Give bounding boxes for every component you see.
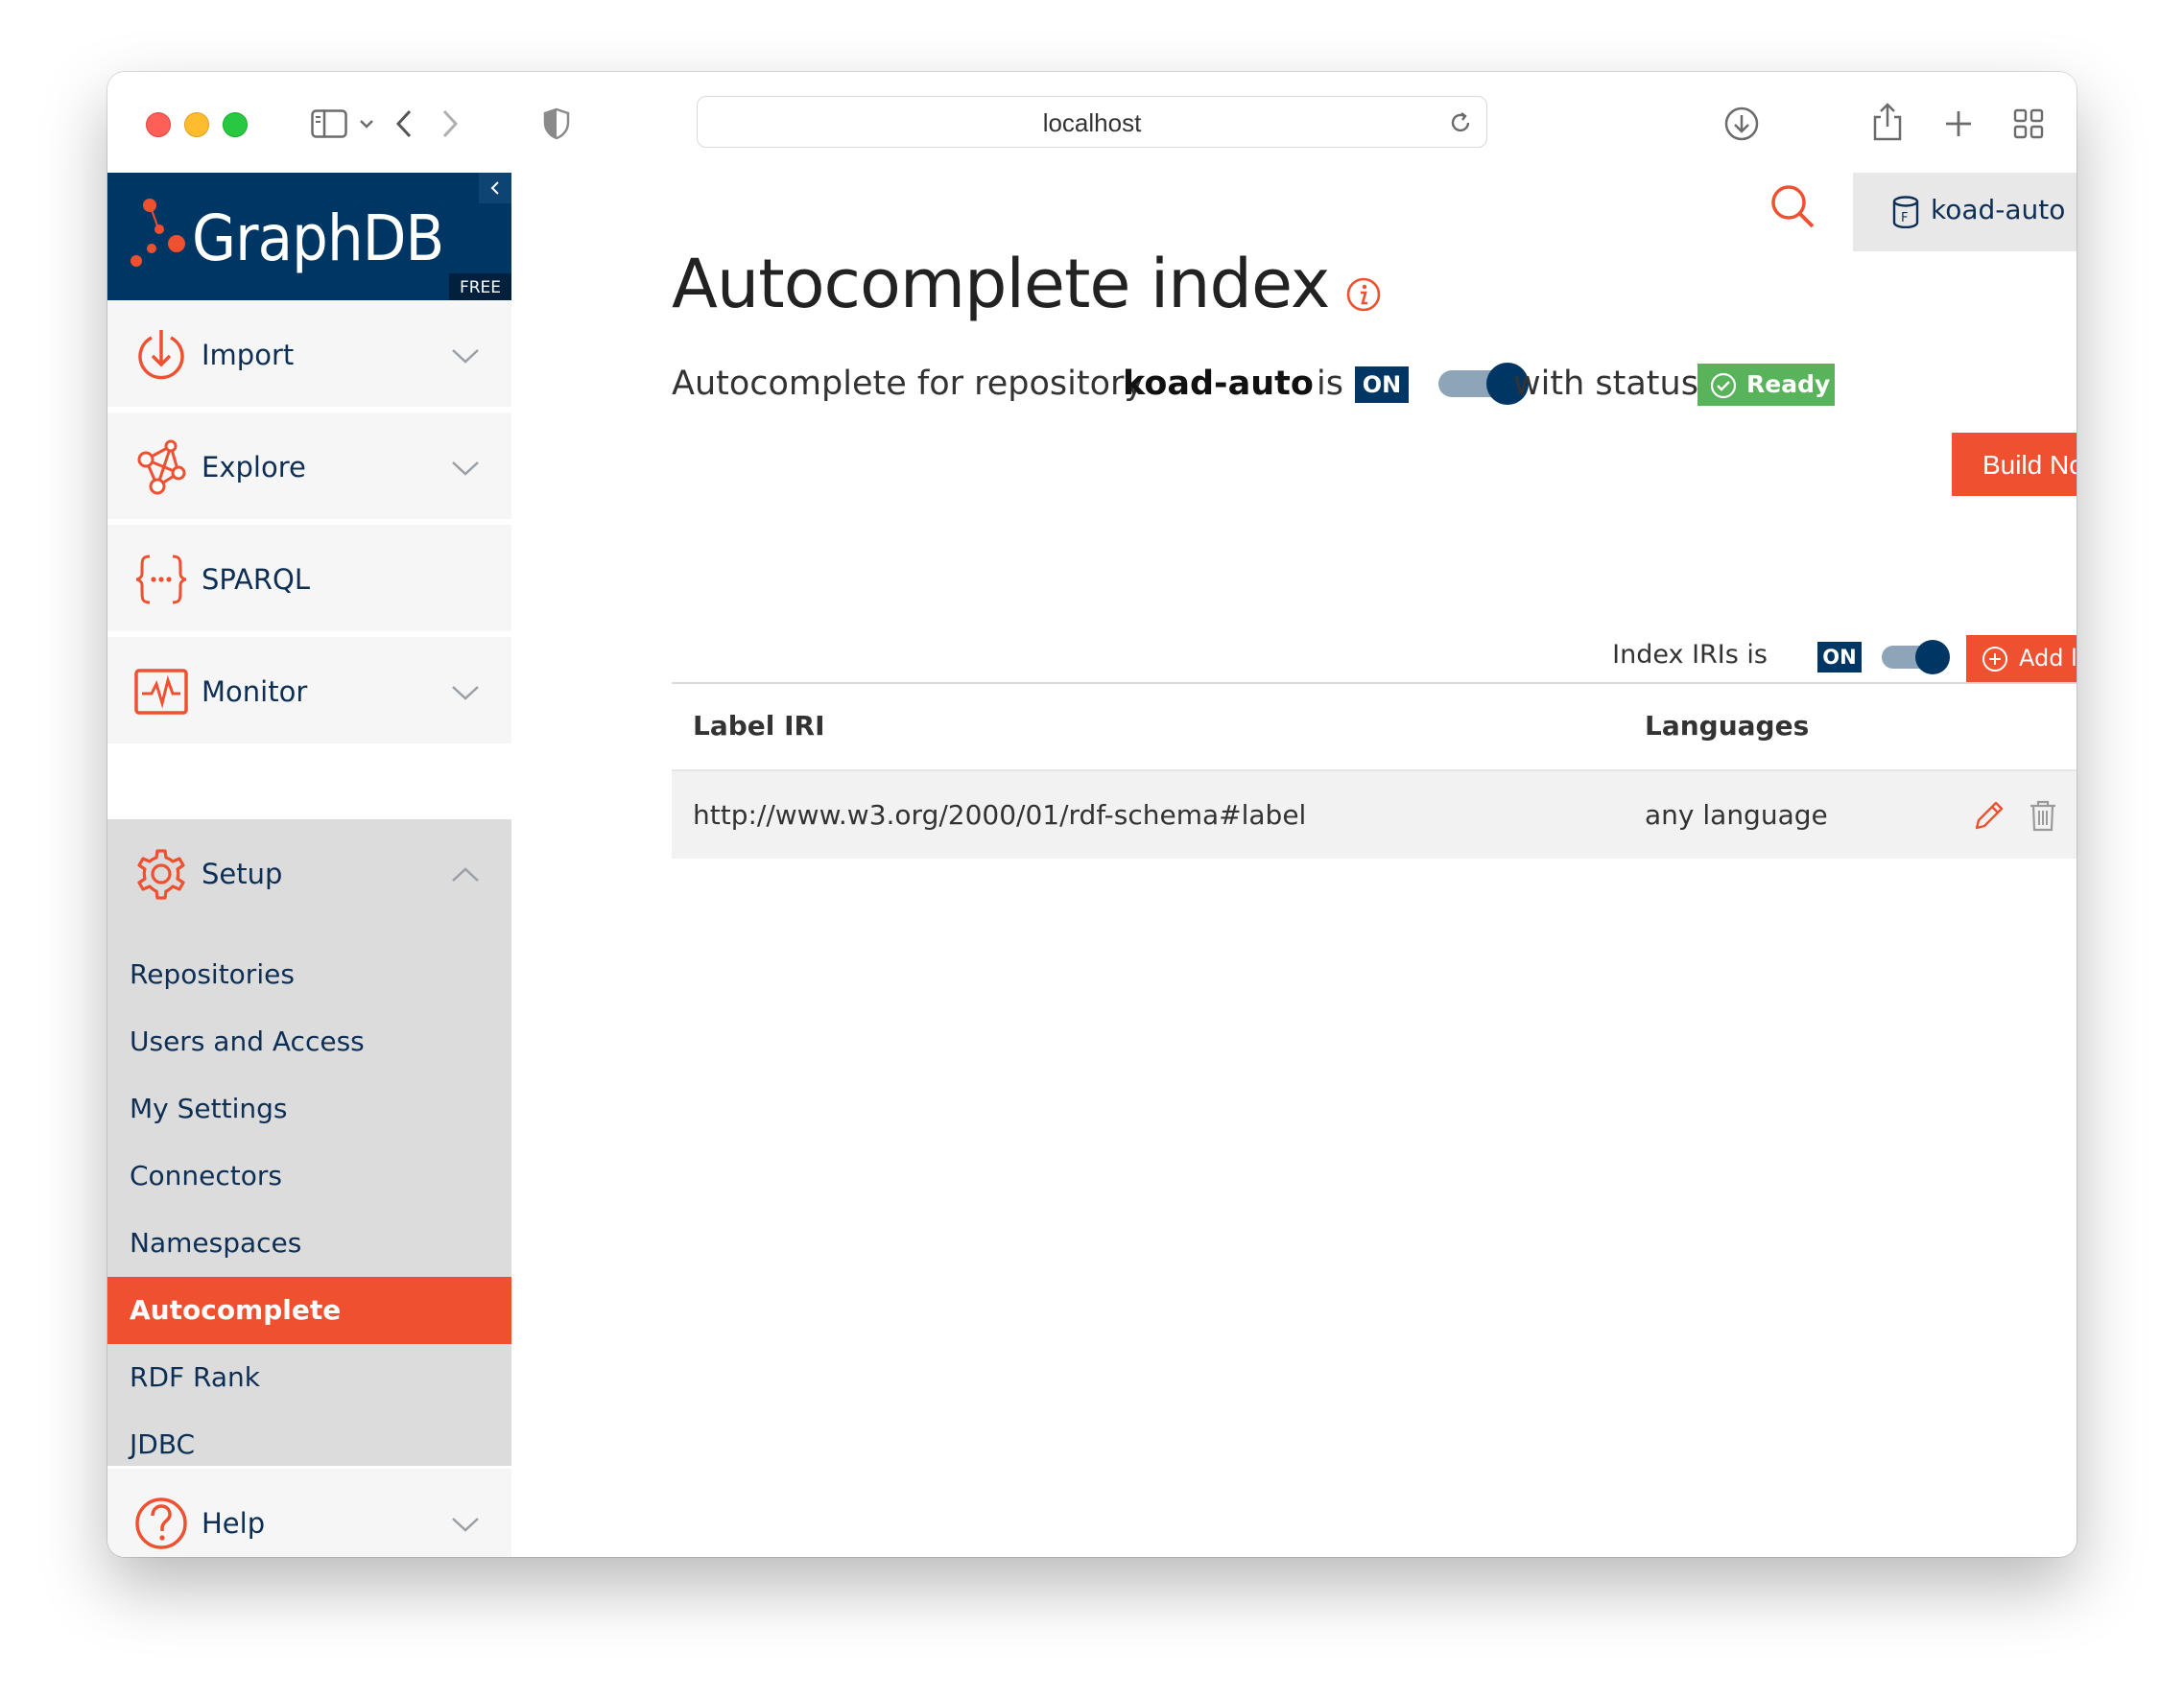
sidebar-item-explore[interactable]: Explore [107, 413, 511, 522]
new-tab-icon[interactable] [1944, 109, 1973, 138]
page-title: Autocomplete index [672, 245, 1330, 323]
column-header-label-iri: Label IRI [693, 710, 825, 742]
gear-icon [137, 849, 185, 900]
chevron-down-icon[interactable] [359, 118, 374, 130]
brand-name: GraphDB [192, 201, 444, 275]
graphdb-logo-icon [131, 199, 185, 267]
sidebar-item-setup[interactable]: Setup [107, 819, 511, 929]
index-iris-toggle[interactable] [1882, 638, 1953, 676]
edit-icon[interactable] [1972, 798, 2006, 833]
chevron-left-icon [490, 181, 499, 195]
chevron-down-icon [452, 1518, 479, 1532]
edition-badge: FREE [449, 273, 511, 300]
column-header-languages: Languages [1645, 710, 1810, 742]
table-header: Label IRI Languages [672, 682, 2077, 771]
plus-circle-icon [1982, 647, 2007, 672]
with-status-text: with status [1513, 365, 1698, 403]
info-icon[interactable] [1345, 276, 1382, 313]
sidebar-item-help[interactable]: Help [107, 1469, 511, 1557]
build-now-button[interactable]: Build Now [1952, 433, 2077, 496]
svg-text:F: F [1901, 211, 1908, 225]
search-icon[interactable] [1769, 182, 1816, 230]
help-icon [135, 1498, 187, 1549]
sidebar-subitem-users-and-access[interactable]: Users and Access [107, 1008, 511, 1075]
sidebar-item-label: Explore [202, 451, 306, 483]
table-row: http://www.w3.org/2000/01/rdf-schema#lab… [672, 771, 2077, 859]
trash-icon[interactable] [2026, 798, 2060, 833]
minimize-window-button[interactable] [184, 112, 209, 137]
chevron-down-icon [452, 686, 479, 700]
monitor-icon [134, 669, 188, 715]
browser-window: localhost GraphDB FREE Import Explore SP… [107, 72, 2077, 1557]
sidebar-subitem-repositories[interactable]: Repositories [107, 941, 511, 1008]
repository-name-bold: koad-auto [1123, 365, 1314, 403]
database-icon: F [1892, 196, 1919, 228]
graphdb-logo[interactable]: GraphDB FREE [107, 173, 511, 300]
status-badge: Ready [1697, 364, 1835, 406]
sidebar-subitem-autocomplete[interactable]: Autocomplete [107, 1277, 511, 1344]
sidebar-subitem-namespaces[interactable]: Namespaces [107, 1210, 511, 1277]
index-iris-label: Index IRIs is [1612, 640, 1768, 670]
sidebar-item-monitor[interactable]: Monitor [107, 637, 511, 746]
share-icon[interactable] [1871, 102, 1904, 142]
repository-selector[interactable]: F koad-auto [1853, 173, 2077, 251]
sidebar-toggle-icon[interactable] [311, 109, 347, 138]
sidebar-subitem-my-settings[interactable]: My Settings [107, 1075, 511, 1143]
sidebar-item-label: Setup [202, 858, 283, 890]
collapse-sidebar-button[interactable] [479, 173, 511, 203]
reload-icon[interactable] [1448, 110, 1473, 135]
url-text: localhost [1042, 108, 1142, 137]
address-bar[interactable]: localhost [697, 96, 1487, 148]
back-icon[interactable] [393, 108, 415, 139]
chevron-down-icon [452, 349, 479, 364]
shield-icon[interactable] [543, 107, 570, 140]
sidebar-subitem-rdf-rank[interactable]: RDF Rank [107, 1344, 511, 1411]
import-icon [138, 330, 184, 380]
sparql-icon [135, 554, 187, 604]
label-iri-cell: http://www.w3.org/2000/01/rdf-schema#lab… [693, 799, 1307, 831]
status-text: Ready [1746, 370, 1831, 398]
status-is-text: is [1317, 365, 1343, 403]
sidebar-item-sparql[interactable]: SPARQL [107, 525, 511, 634]
explore-icon [137, 439, 186, 495]
main-content: F koad-auto Autocomplete index Autocompl… [511, 173, 2077, 1557]
tab-overview-icon[interactable] [2013, 108, 2044, 139]
index-iris-on-badge: ON [1817, 642, 1862, 672]
chevron-up-icon [452, 867, 479, 882]
sidebar: GraphDB FREE Import Explore SPARQL Monit… [107, 173, 511, 1557]
close-window-button[interactable] [146, 112, 171, 137]
sidebar-item-import[interactable]: Import [107, 300, 511, 410]
download-icon[interactable] [1723, 106, 1760, 142]
status-prefix: Autocomplete for repository [672, 365, 1145, 403]
sidebar-subitem-connectors[interactable]: Connectors [107, 1143, 511, 1210]
add-label-button[interactable]: Add label [1966, 635, 2077, 682]
check-circle-icon [1710, 372, 1737, 399]
chevron-down-icon [452, 461, 479, 476]
sidebar-item-label: Monitor [202, 675, 308, 708]
repository-name: koad-auto [1931, 194, 2066, 225]
sidebar-item-label: SPARQL [202, 563, 311, 596]
maximize-window-button[interactable] [223, 112, 248, 137]
languages-cell: any language [1645, 799, 1828, 831]
browser-toolbar: localhost [107, 72, 2077, 174]
setup-section: Setup Repositories Users and Access My S… [107, 819, 511, 1466]
autocomplete-on-badge: ON [1355, 366, 1409, 403]
add-label-text: Add label [2019, 645, 2077, 672]
forward-icon[interactable] [439, 108, 461, 139]
sidebar-item-label: Help [202, 1507, 266, 1540]
sidebar-item-label: Import [202, 339, 295, 371]
toggle-knob [1915, 640, 1950, 674]
